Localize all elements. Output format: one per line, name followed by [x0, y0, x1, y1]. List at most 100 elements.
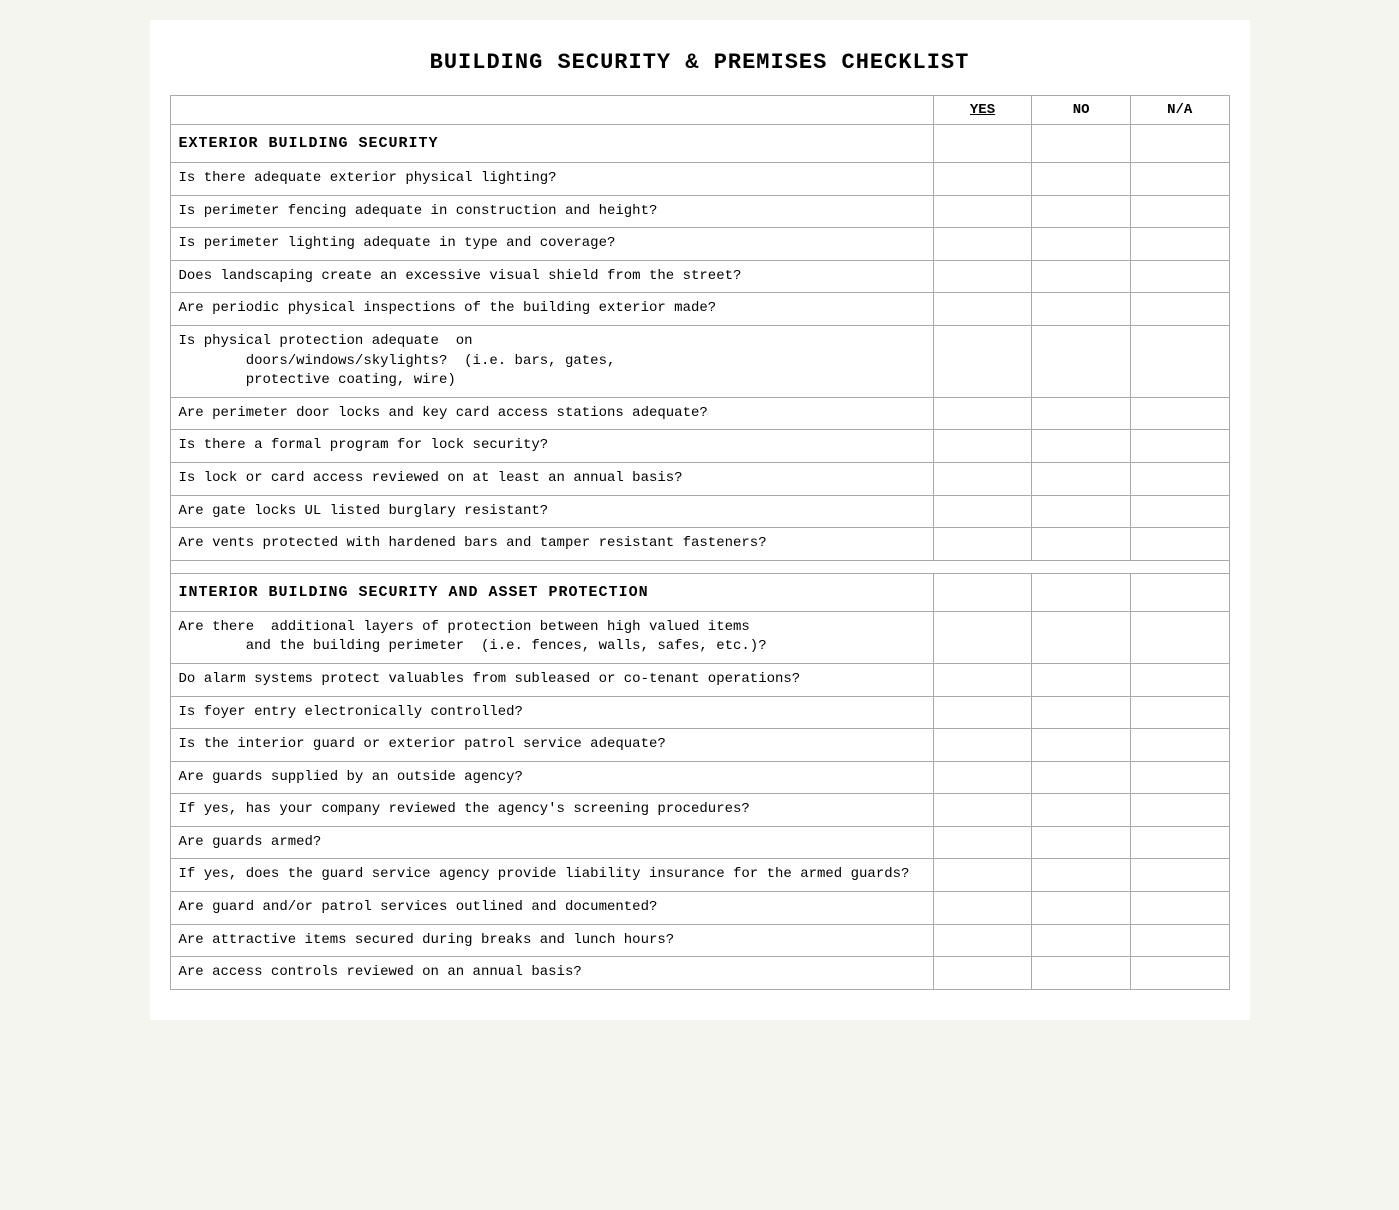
table-row: Are gate locks UL listed burglary resist… [170, 495, 1229, 528]
table-row: Are periodic physical inspections of the… [170, 293, 1229, 326]
section-header-row: INTERIOR BUILDING SECURITY AND ASSET PRO… [170, 573, 1229, 611]
yes-cell[interactable] [933, 729, 1032, 762]
no-cell[interactable] [1032, 228, 1131, 261]
question-text: Does landscaping create an excessive vis… [170, 260, 933, 293]
no-cell[interactable] [1032, 611, 1131, 663]
no-cell[interactable] [1032, 397, 1131, 430]
question-text: Are perimeter door locks and key card ac… [170, 397, 933, 430]
na-cell[interactable] [1130, 195, 1229, 228]
yes-cell[interactable] [933, 260, 1032, 293]
yes-cell[interactable] [933, 495, 1032, 528]
yes-cell[interactable] [933, 859, 1032, 892]
no-cell[interactable] [1032, 892, 1131, 925]
yes-cell[interactable] [933, 924, 1032, 957]
yes-cell[interactable] [933, 462, 1032, 495]
na-cell[interactable] [1130, 528, 1229, 561]
section-header-yes-cell [933, 573, 1032, 611]
yes-cell[interactable] [933, 195, 1032, 228]
yes-cell[interactable] [933, 794, 1032, 827]
na-cell[interactable] [1130, 957, 1229, 990]
no-cell[interactable] [1032, 663, 1131, 696]
yes-cell[interactable] [933, 228, 1032, 261]
question-text-multiline: Are there additional layers of protectio… [170, 611, 933, 663]
na-cell[interactable] [1130, 325, 1229, 397]
yes-cell[interactable] [933, 957, 1032, 990]
na-cell[interactable] [1130, 260, 1229, 293]
na-cell[interactable] [1130, 826, 1229, 859]
section-header-label: EXTERIOR BUILDING SECURITY [170, 125, 933, 163]
na-cell[interactable] [1130, 696, 1229, 729]
na-cell[interactable] [1130, 293, 1229, 326]
question-text: If yes, has your company reviewed the ag… [170, 794, 933, 827]
no-cell[interactable] [1032, 195, 1131, 228]
yes-cell[interactable] [933, 826, 1032, 859]
table-row: Is the interior guard or exterior patrol… [170, 729, 1229, 762]
no-cell[interactable] [1032, 761, 1131, 794]
table-row: Are guards armed? [170, 826, 1229, 859]
na-cell[interactable] [1130, 228, 1229, 261]
na-cell[interactable] [1130, 859, 1229, 892]
no-cell[interactable] [1032, 528, 1131, 561]
table-row: Are guards supplied by an outside agency… [170, 761, 1229, 794]
question-text: Are attractive items secured during brea… [170, 924, 933, 957]
no-cell[interactable] [1032, 729, 1131, 762]
na-cell[interactable] [1130, 924, 1229, 957]
na-cell[interactable] [1130, 611, 1229, 663]
yes-cell[interactable] [933, 528, 1032, 561]
table-row: Is perimeter lighting adequate in type a… [170, 228, 1229, 261]
no-cell[interactable] [1032, 957, 1131, 990]
na-cell[interactable] [1130, 729, 1229, 762]
yes-cell[interactable] [933, 325, 1032, 397]
table-row: Is there adequate exterior physical ligh… [170, 163, 1229, 196]
table-row: Does landscaping create an excessive vis… [170, 260, 1229, 293]
table-row: Is perimeter fencing adequate in constru… [170, 195, 1229, 228]
yes-cell[interactable] [933, 761, 1032, 794]
yes-cell[interactable] [933, 293, 1032, 326]
no-cell[interactable] [1032, 325, 1131, 397]
na-cell[interactable] [1130, 892, 1229, 925]
yes-cell[interactable] [933, 696, 1032, 729]
question-text: If yes, does the guard service agency pr… [170, 859, 933, 892]
question-text: Are access controls reviewed on an annua… [170, 957, 933, 990]
na-cell[interactable] [1130, 163, 1229, 196]
no-cell[interactable] [1032, 163, 1131, 196]
question-text: Is perimeter fencing adequate in constru… [170, 195, 933, 228]
na-cell[interactable] [1130, 430, 1229, 463]
question-text-multiline: Is physical protection adequate on doors… [170, 325, 933, 397]
question-text: Are gate locks UL listed burglary resist… [170, 495, 933, 528]
na-cell[interactable] [1130, 495, 1229, 528]
section-header-na-cell [1130, 573, 1229, 611]
question-text: Is the interior guard or exterior patrol… [170, 729, 933, 762]
no-cell[interactable] [1032, 495, 1131, 528]
na-cell[interactable] [1130, 397, 1229, 430]
yes-cell[interactable] [933, 611, 1032, 663]
no-cell[interactable] [1032, 260, 1131, 293]
table-row: Is lock or card access reviewed on at le… [170, 462, 1229, 495]
no-cell[interactable] [1032, 859, 1131, 892]
na-cell[interactable] [1130, 761, 1229, 794]
table-row: Are there additional layers of protectio… [170, 611, 1229, 663]
yes-cell[interactable] [933, 397, 1032, 430]
no-cell[interactable] [1032, 794, 1131, 827]
no-cell[interactable] [1032, 924, 1131, 957]
checklist-table: YES NO N/A EXTERIOR BUILDING SECURITY Is… [170, 95, 1230, 990]
yes-cell[interactable] [933, 663, 1032, 696]
question-text: Are guard and/or patrol services outline… [170, 892, 933, 925]
na-cell[interactable] [1130, 462, 1229, 495]
header-no: NO [1032, 96, 1131, 125]
table-row: If yes, does the guard service agency pr… [170, 859, 1229, 892]
section-header-na-cell [1130, 125, 1229, 163]
na-cell[interactable] [1130, 794, 1229, 827]
no-cell[interactable] [1032, 462, 1131, 495]
na-cell[interactable] [1130, 663, 1229, 696]
yes-cell[interactable] [933, 430, 1032, 463]
no-cell[interactable] [1032, 293, 1131, 326]
table-row: Are guard and/or patrol services outline… [170, 892, 1229, 925]
table-row: Are perimeter door locks and key card ac… [170, 397, 1229, 430]
yes-cell[interactable] [933, 163, 1032, 196]
no-cell[interactable] [1032, 696, 1131, 729]
yes-cell[interactable] [933, 892, 1032, 925]
no-cell[interactable] [1032, 430, 1131, 463]
no-cell[interactable] [1032, 826, 1131, 859]
spacer-cell [170, 560, 1229, 573]
